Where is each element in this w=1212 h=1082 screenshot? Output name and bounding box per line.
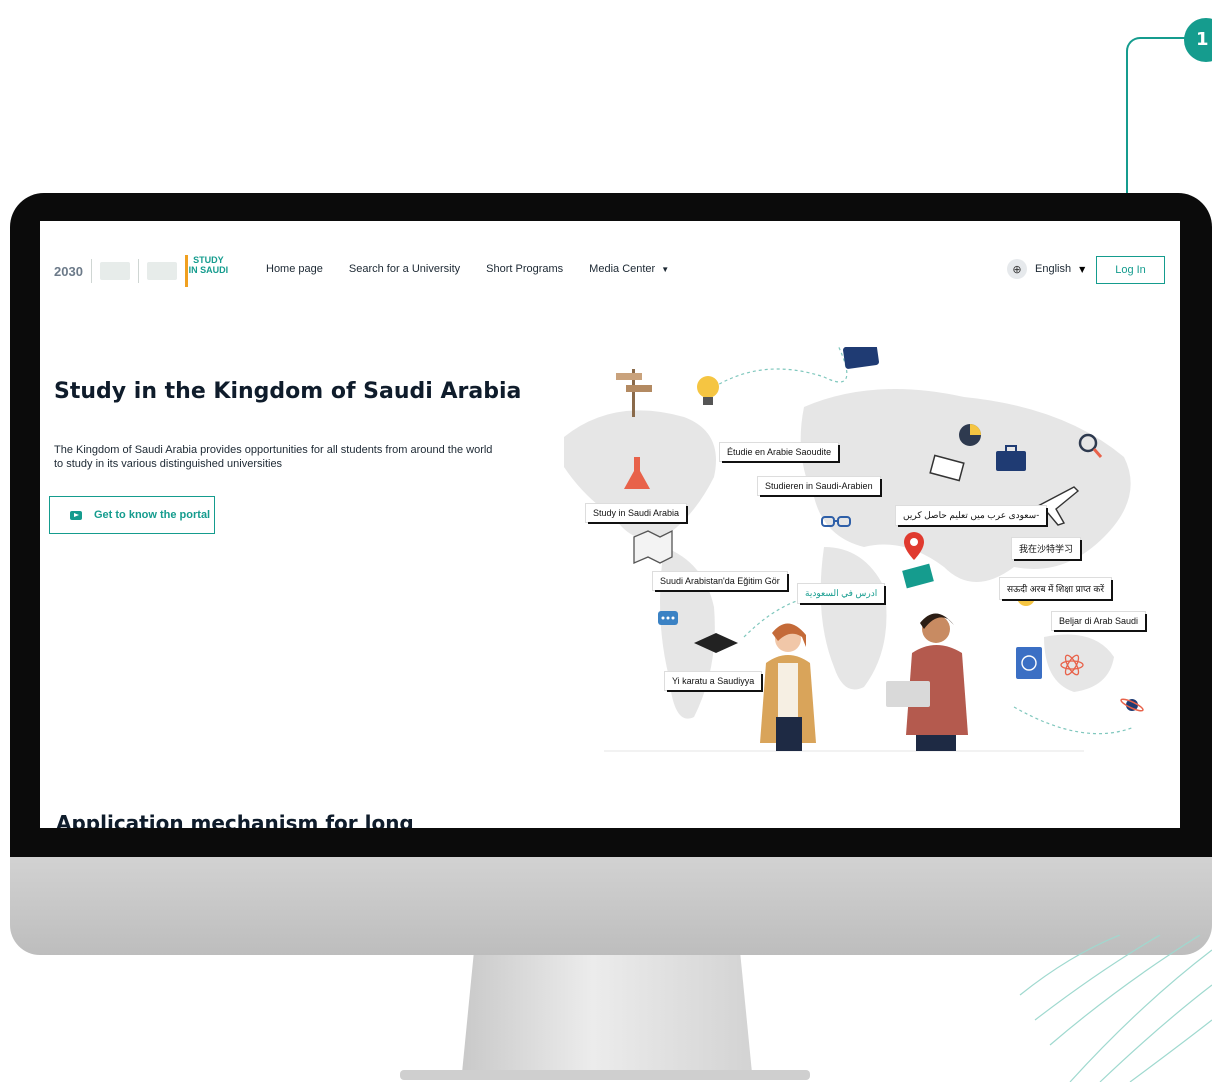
hero-title: Study in the Kingdom of Saudi Arabia bbox=[54, 379, 522, 404]
education-logo bbox=[146, 262, 177, 280]
nav-media-center-dropdown[interactable]: Media Center ▼ bbox=[589, 263, 669, 275]
login-button[interactable]: Log In bbox=[1096, 256, 1165, 284]
chevron-down-icon: ▼ bbox=[661, 265, 670, 274]
nav-home-link[interactable]: Home page bbox=[266, 263, 323, 275]
logo-divider bbox=[137, 259, 139, 283]
cta-label: Get to know the portal bbox=[94, 509, 211, 521]
language-tag-turkish: Suudi Arabistan'da Eğitim Gör bbox=[653, 572, 787, 590]
play-video-icon bbox=[70, 510, 82, 520]
language-selector[interactable]: ⊕ English ▼ bbox=[1007, 259, 1085, 279]
location-pin-icon bbox=[904, 532, 924, 560]
passport-icon bbox=[1016, 647, 1042, 679]
decorative-lines bbox=[1019, 935, 1212, 1082]
vision-2030-logo: 2030 bbox=[54, 263, 83, 279]
saudi-flag-icon bbox=[902, 563, 934, 589]
section-title: Application mechanism for long bbox=[56, 811, 414, 828]
language-tag-hausa: Yi karatu a Saudiyya bbox=[665, 672, 762, 690]
monitor-stand bbox=[462, 955, 752, 1073]
student-man-illustration bbox=[886, 613, 968, 751]
planet-icon bbox=[1120, 698, 1144, 712]
language-tag-chinese: 我在沙特学习 bbox=[1012, 538, 1081, 559]
language-tag-english: Study in Saudi Arabia bbox=[586, 504, 687, 522]
nav-media-center-label: Media Center bbox=[589, 263, 656, 275]
hero-illustration: Étudie en Arabie Saoudite Studieren in S… bbox=[544, 347, 1154, 757]
logo-divider bbox=[90, 259, 92, 283]
logo-group[interactable]: 2030 STUDY IN SAUDI bbox=[54, 255, 229, 287]
language-tag-urdu: سعودی عرب میں تعلیم حاصل کریں- bbox=[896, 506, 1047, 525]
pie-chart-icon bbox=[959, 424, 981, 446]
monitor-stand-base bbox=[400, 1070, 810, 1080]
chat-bubble-icon bbox=[658, 611, 678, 625]
hero-description: The Kingdom of Saudi Arabia provides opp… bbox=[54, 444, 493, 470]
nav-search-university-link[interactable]: Search for a University bbox=[349, 263, 460, 275]
language-tag-french: Étudie en Arabie Saoudite bbox=[720, 443, 839, 461]
language-label: English bbox=[1035, 263, 1072, 275]
nav-short-programs-link[interactable]: Short Programs bbox=[486, 263, 563, 275]
chevron-down-icon: ▼ bbox=[1079, 264, 1086, 274]
browser-screen: 2030 STUDY IN SAUDI Home page Search for… bbox=[40, 221, 1180, 828]
language-tag-german: Studieren in Saudi-Arabien bbox=[758, 477, 880, 495]
credit-card-icon bbox=[843, 347, 879, 369]
language-tag-hindi: सऊदी अरब में शिक्षा प्राप्त करें bbox=[1000, 578, 1112, 599]
site-header: 2030 STUDY IN SAUDI Home page Search for… bbox=[40, 221, 1180, 321]
student-woman-illustration bbox=[760, 623, 816, 751]
study-in-saudi-logo: STUDY IN SAUDI bbox=[184, 255, 229, 287]
lightbulb-icon bbox=[697, 376, 719, 405]
language-tag-indonesian: Beljar di Arab Saudi bbox=[1052, 612, 1146, 630]
ministry-logo bbox=[99, 262, 130, 280]
signpost-icon bbox=[616, 369, 652, 417]
globe-icon: ⊕ bbox=[1007, 259, 1027, 279]
get-to-know-portal-button[interactable]: Get to know the portal bbox=[49, 496, 215, 534]
main-navigation: Home page Search for a University Short … bbox=[266, 263, 669, 275]
folded-map-icon bbox=[633, 529, 673, 564]
language-tag-arabic: ادرس في السعودية bbox=[798, 584, 885, 603]
